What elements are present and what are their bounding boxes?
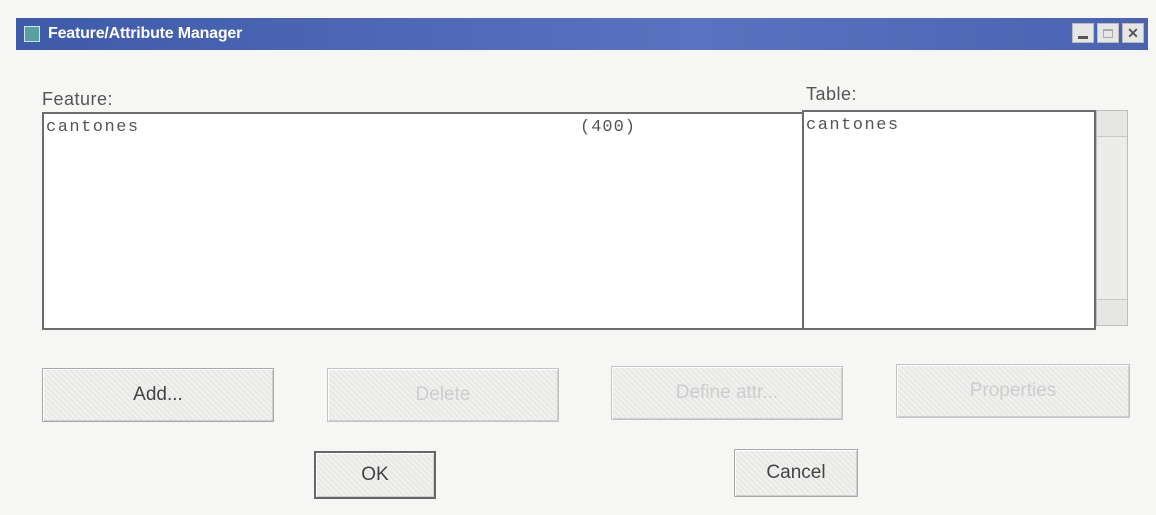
window-title: Feature/Attribute Manager (48, 25, 243, 42)
table-label: Table: (806, 84, 858, 104)
feature-listbox[interactable]: cantones (400) (42, 112, 804, 330)
window-controls: ✕ (1072, 23, 1144, 43)
feature-list-item[interactable]: cantones (400) (44, 114, 802, 140)
table-name: cantones (806, 116, 900, 135)
feature-name: cantones (46, 118, 140, 137)
scroll-down-button[interactable] (1097, 299, 1127, 325)
feature-label: Feature: (42, 89, 114, 109)
title-bar[interactable]: Feature/Attribute Manager ✕ (16, 18, 1148, 50)
cancel-button[interactable]: Cancel (734, 449, 858, 497)
scroll-up-button[interactable] (1097, 111, 1127, 137)
table-list-item[interactable]: cantones (804, 112, 1094, 138)
maximize-icon (1103, 28, 1113, 38)
ok-button[interactable]: OK (314, 451, 436, 499)
feature-attribute-manager-window: Feature/Attribute Manager ✕ Feature: Tab… (16, 18, 1148, 508)
minimize-icon (1078, 35, 1088, 39)
app-icon (24, 26, 40, 42)
feature-count: (400) (580, 118, 637, 137)
define-attr-button[interactable]: Define attr... (611, 366, 843, 420)
close-button[interactable]: ✕ (1122, 23, 1144, 43)
minimize-button[interactable] (1072, 23, 1094, 43)
close-icon: ✕ (1127, 25, 1139, 41)
add-button[interactable]: Add... (42, 368, 274, 422)
delete-button[interactable]: Delete (327, 368, 559, 422)
table-listbox[interactable]: cantones (802, 110, 1096, 330)
properties-button[interactable]: Properties (896, 364, 1130, 418)
maximize-button[interactable] (1097, 23, 1119, 43)
table-scrollbar[interactable] (1096, 110, 1128, 326)
